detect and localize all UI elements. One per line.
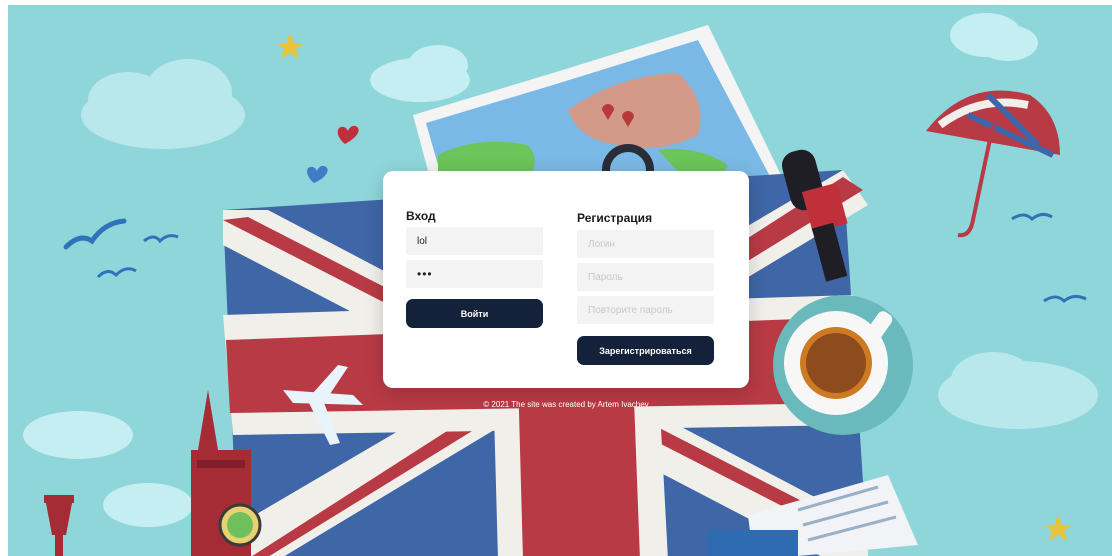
login-username-input[interactable] [406, 227, 543, 255]
register-login-input[interactable] [577, 230, 714, 258]
tea-cup-icon [773, 295, 913, 435]
auth-card: Вход Войти Регистрация Зарегистрироватьс… [383, 171, 749, 388]
register-password-input[interactable] [577, 263, 714, 291]
register-button[interactable]: Зарегистрироваться [577, 336, 714, 365]
page-background: Вход Войти Регистрация Зарегистрироватьс… [8, 5, 1112, 556]
login-password-input[interactable] [406, 260, 543, 288]
register-title: Регистрация [577, 211, 653, 225]
login-title: Вход [406, 209, 436, 223]
footer-copyright: © 2021 The site was created by Artem Iva… [483, 400, 649, 409]
register-repeat-password-input[interactable] [577, 296, 714, 324]
login-button[interactable]: Войти [406, 299, 543, 328]
